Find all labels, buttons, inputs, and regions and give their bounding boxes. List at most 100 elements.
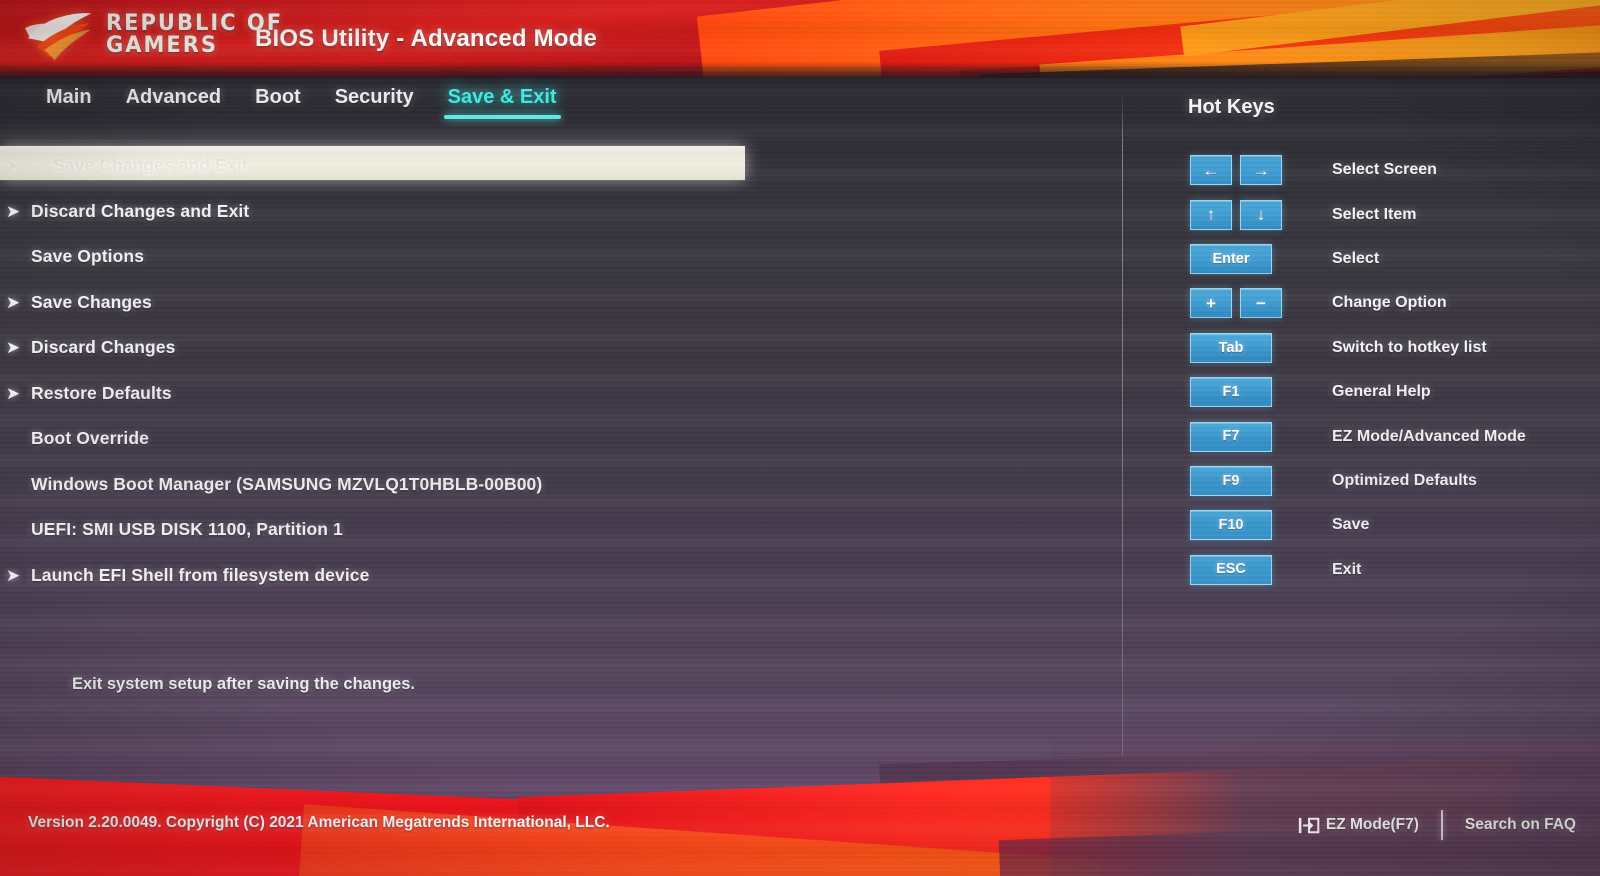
hotkey-description: Optimized Defaults xyxy=(1332,471,1477,489)
tab-boot[interactable]: Boot xyxy=(255,86,301,119)
tab-security[interactable]: Security xyxy=(335,86,414,119)
footer-banner xyxy=(0,740,1600,876)
menu-item[interactable]: ➤Windows Boot Manager (SAMSUNG MZVLQ1T0H… xyxy=(0,462,1110,508)
key-label: F1 xyxy=(1222,383,1240,400)
menu-item[interactable]: ➤ Restore Defaults xyxy=(0,371,1110,417)
menu-item[interactable]: ➤Boot Override xyxy=(0,416,1110,462)
ez-mode-button[interactable]: EZ Mode(F7) xyxy=(1298,816,1441,834)
settings-menu: ➤ Save Changes and Exit ➤ Discard Changes a… xyxy=(0,143,1110,598)
menu-item[interactable]: ➤ Save Changes and Exit xyxy=(0,143,1110,189)
hotkey-keys: Enter xyxy=(1190,243,1322,274)
key-label: F10 xyxy=(1218,517,1244,534)
key-label: ↓ xyxy=(1256,205,1266,225)
key-label: − xyxy=(1256,293,1266,313)
plus-icon[interactable]: + xyxy=(1190,288,1232,319)
menu-item-label: Restore Defaults xyxy=(31,382,172,403)
menu-item-label: Discard Changes and Exit xyxy=(31,200,250,221)
arrow-right-icon[interactable]: → xyxy=(1240,155,1282,186)
submenu-arrow-icon: ➤ xyxy=(5,292,21,312)
hotkey-keys: F1 xyxy=(1190,377,1322,408)
help-text: Exit system setup after saving the chang… xyxy=(72,675,415,693)
bios-screen: REPUBLIC OF GAMERS BIOS Utility - Advanc… xyxy=(0,0,1600,876)
menu-item-label: UEFI: SMI USB DISK 1100, Partition 1 xyxy=(31,519,343,540)
hotkey-description: Exit xyxy=(1332,560,1362,578)
arrow-up-icon[interactable]: ↑ xyxy=(1190,199,1232,230)
hotkeys-title: Hot Keys xyxy=(1188,96,1275,118)
banner-fade xyxy=(0,62,1600,78)
menu-item-label: Boot Override xyxy=(31,428,149,449)
tab-save-exit[interactable]: Save & Exit xyxy=(443,86,561,119)
menu-item-label: Launch EFI Shell from filesystem device xyxy=(31,564,370,585)
menu-item-label: Windows Boot Manager (SAMSUNG MZVLQ1T0HB… xyxy=(31,473,543,494)
hotkey-description: Select Screen xyxy=(1332,161,1437,179)
menu-item[interactable]: ➤ Discard Changes xyxy=(0,325,1110,371)
key-label: Tab xyxy=(1218,339,1244,356)
tab-label: Advanced xyxy=(125,86,222,108)
hotkey-keys: ESC xyxy=(1190,554,1322,585)
submenu-arrow-icon: ➤ xyxy=(5,201,21,221)
key-label: ← xyxy=(1202,160,1220,180)
menu-item[interactable]: ➤ Discard Changes and Exit xyxy=(0,189,1110,235)
menu-item-label: Save Changes xyxy=(31,291,152,312)
ez-mode-label: EZ Mode(F7) xyxy=(1325,816,1419,833)
f7-key[interactable]: F7 xyxy=(1190,421,1272,452)
submenu-arrow-icon: ➤ xyxy=(5,338,21,358)
hotkey-row: Enter Select xyxy=(1190,237,1590,281)
key-label: ESC xyxy=(1216,561,1246,578)
hotkey-keys: F7 xyxy=(1190,421,1322,452)
key-label: F7 xyxy=(1222,428,1240,445)
submenu-arrow-icon: ➤ xyxy=(5,156,21,176)
menu-item[interactable]: ➤ Save Changes xyxy=(0,280,1110,326)
esc-key[interactable]: ESC xyxy=(1190,554,1272,585)
hotkey-row: + − Change Option xyxy=(1190,281,1590,325)
hotkey-row: F7 EZ Mode/Advanced Mode xyxy=(1190,414,1590,458)
arrow-left-icon[interactable]: ← xyxy=(1190,155,1232,186)
menu-item-label: Save Changes and Exit xyxy=(53,155,248,176)
submenu-arrow-icon: ➤ xyxy=(5,565,21,585)
footer-controls: EZ Mode(F7) Search on FAQ xyxy=(1298,810,1576,840)
menu-item-label: Discard Changes xyxy=(31,337,176,358)
tab-key[interactable]: Tab xyxy=(1190,332,1272,363)
submenu-arrow-icon: ➤ xyxy=(5,383,21,403)
menu-item[interactable]: ➤UEFI: SMI USB DISK 1100, Partition 1 xyxy=(0,507,1110,553)
hotkey-keys: F10 xyxy=(1190,510,1322,541)
f9-key[interactable]: F9 xyxy=(1190,465,1272,496)
hotkey-description: Save xyxy=(1332,516,1370,534)
hotkey-row: F1 General Help xyxy=(1190,370,1590,414)
arrow-down-icon[interactable]: ↓ xyxy=(1240,199,1282,230)
rog-eye-icon xyxy=(25,13,92,61)
tab-label: Save & Exit xyxy=(447,86,557,108)
key-label: F9 xyxy=(1222,472,1240,489)
menu-item[interactable]: ➤ Launch EFI Shell from filesystem device xyxy=(0,553,1110,599)
tab-advanced[interactable]: Advanced xyxy=(126,86,222,119)
f10-key[interactable]: F10 xyxy=(1190,510,1272,541)
hotkey-keys: Tab xyxy=(1190,332,1322,363)
tab-label: Main xyxy=(46,86,92,108)
exit-arrow-icon xyxy=(1298,817,1320,833)
hotkey-row: F9 Optimized Defaults xyxy=(1190,459,1590,503)
tab-label: Security xyxy=(334,86,414,108)
footer-separator xyxy=(1440,810,1443,840)
hotkey-keys: ← → xyxy=(1190,155,1322,186)
tab-bar: Main Advanced Boot Security Save & Exit xyxy=(0,86,1120,128)
panel-divider xyxy=(1122,96,1123,756)
key-label: → xyxy=(1252,160,1270,180)
hotkey-description: Select xyxy=(1332,249,1380,267)
hotkey-description: Select Item xyxy=(1332,205,1417,223)
hotkey-row: ← → Select Screen xyxy=(1190,148,1590,192)
hotkey-description: General Help xyxy=(1332,383,1431,401)
menu-item[interactable]: ➤Save Options xyxy=(0,234,1110,280)
minus-icon[interactable]: − xyxy=(1240,288,1282,319)
menu-item-label: Save Options xyxy=(31,246,145,267)
page-title: BIOS Utility - Advanced Mode xyxy=(255,25,598,52)
f1-key[interactable]: F1 xyxy=(1190,377,1272,408)
enter-key[interactable]: Enter xyxy=(1190,243,1272,274)
search-faq-button[interactable]: Search on FAQ xyxy=(1465,816,1576,834)
footer-dim-overlay xyxy=(1050,740,1600,876)
hotkey-description: Change Option xyxy=(1332,294,1447,312)
hotkey-description: Switch to hotkey list xyxy=(1332,338,1487,356)
tab-main[interactable]: Main xyxy=(46,86,92,119)
key-label: Enter xyxy=(1212,250,1250,267)
hotkey-row: F10 Save xyxy=(1190,503,1590,547)
key-label: + xyxy=(1206,293,1216,313)
